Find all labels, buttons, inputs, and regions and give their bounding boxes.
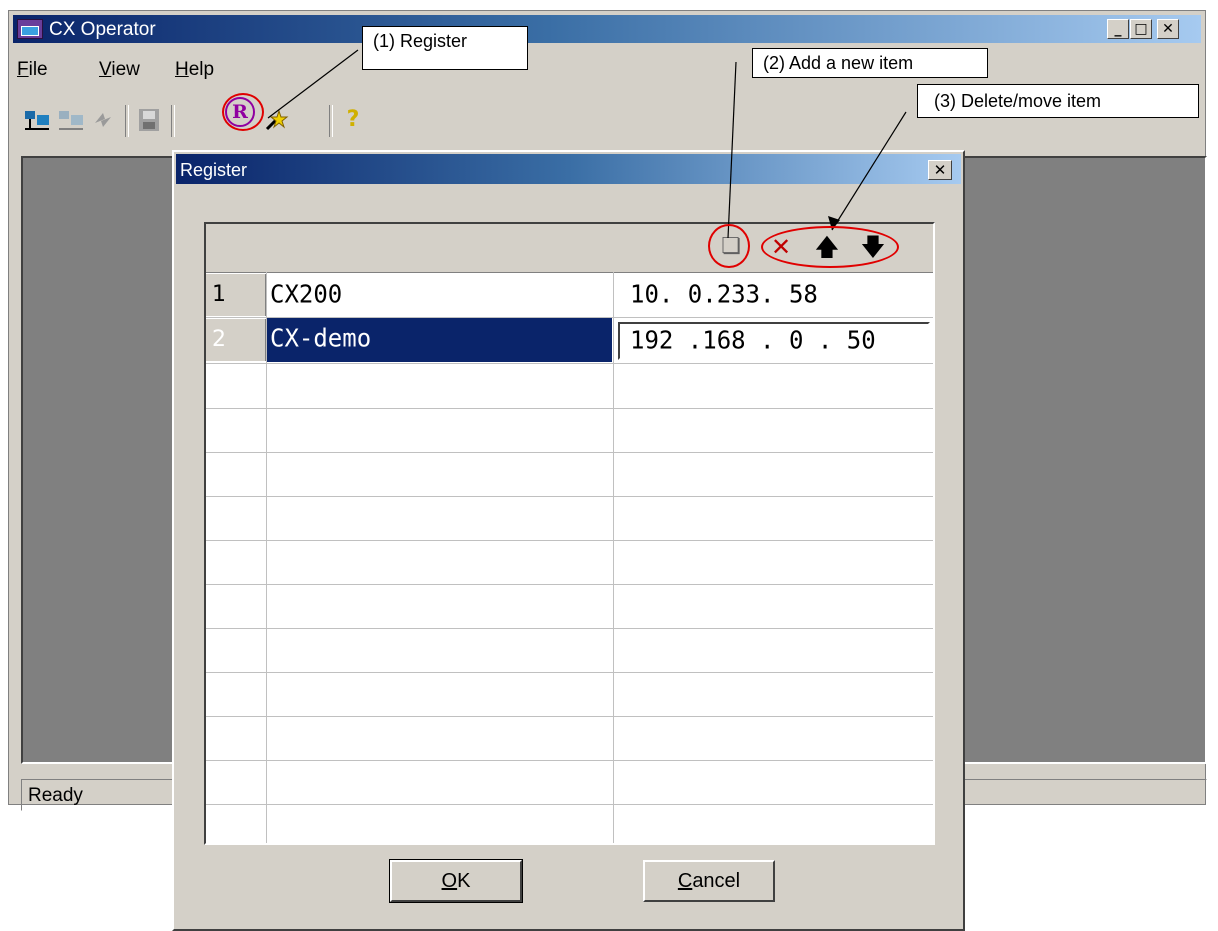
- callout-add-item: (2) Add a new item: [752, 48, 988, 78]
- callout-register: (1) Register: [362, 26, 528, 70]
- annotation-leader-lines: [267, 49, 907, 239]
- highlight-add-item: [708, 224, 750, 268]
- highlight-delete-move: [761, 226, 899, 268]
- callout-delete-move: (3) Delete/move item: [917, 84, 1199, 118]
- highlight-register: [222, 93, 264, 131]
